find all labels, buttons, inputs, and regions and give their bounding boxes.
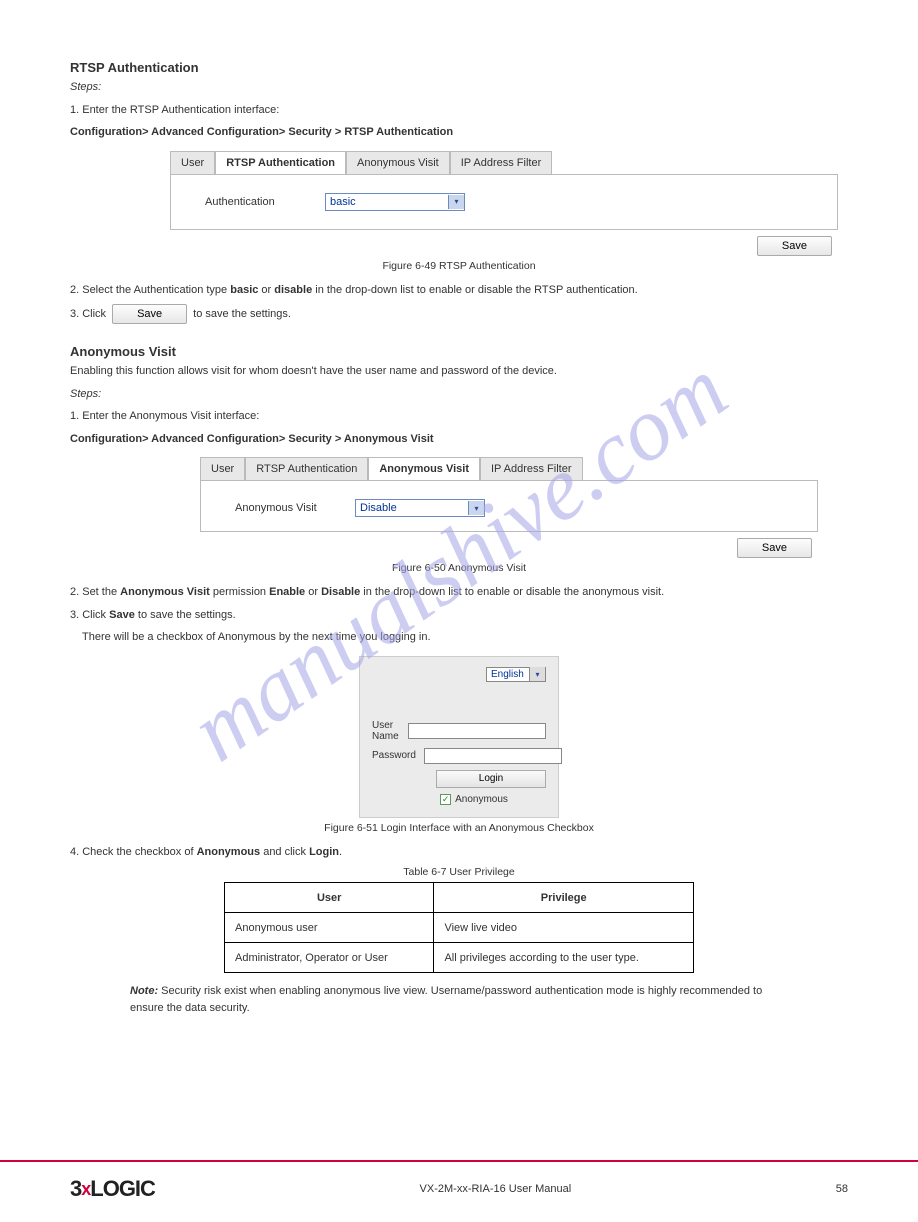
step-2-1: 1. Enter the Anonymous Visit interface: [70, 408, 848, 425]
anonymous-checkbox-label: Anonymous [455, 794, 508, 805]
privilege-table: User Privilege Anonymous user View live … [224, 882, 694, 973]
chevron-down-icon: ▾ [448, 195, 464, 209]
steps-intro-2: Steps: [70, 386, 848, 403]
login-button[interactable]: Login [436, 770, 546, 788]
anonymous-tab-panel: User RTSP Authentication Anonymous Visit… [200, 457, 818, 558]
nav-path-2: Configuration> Advanced Configuration> S… [70, 431, 848, 448]
tab-user[interactable]: User [170, 151, 215, 174]
table-header-privilege: Privilege [434, 883, 694, 913]
save-button-inline[interactable]: Save [112, 304, 187, 324]
manual-title: VX-2M-xx-RIA-16 User Manual [420, 1183, 572, 1195]
tab-user-2[interactable]: User [200, 457, 245, 480]
step-1-3: 3. Click Save to save the settings. [70, 304, 848, 324]
table-cell: Administrator, Operator or User [225, 943, 434, 973]
figure-caption-1: Figure 6-49 RTSP Authentication [70, 260, 848, 272]
anonymous-heading: Anonymous Visit [70, 344, 848, 359]
login-panel: English ▾ User Name Password Login ✓ Ano… [359, 656, 559, 818]
tab-ip-address-filter-2[interactable]: IP Address Filter [480, 457, 583, 480]
save-button-fig2[interactable]: Save [737, 538, 812, 558]
username-label: User Name [372, 720, 400, 742]
table-caption: Table 6-7 User Privilege [70, 866, 848, 878]
language-value: English [491, 669, 524, 680]
table-row: Administrator, Operator or User All priv… [225, 943, 694, 973]
language-select[interactable]: English ▾ [486, 667, 546, 682]
figure-caption-2: Figure 6-50 Anonymous Visit [70, 562, 848, 574]
save-button-fig1[interactable]: Save [757, 236, 832, 256]
authentication-label: Authentication [205, 196, 315, 208]
chevron-down-icon: ▾ [468, 501, 484, 515]
steps-intro-1: Steps: [70, 79, 848, 96]
rtsp-tab-panel: User RTSP Authentication Anonymous Visit… [170, 151, 838, 256]
table-header-user: User [225, 883, 434, 913]
tab-anonymous-visit[interactable]: Anonymous Visit [346, 151, 450, 174]
authentication-value: basic [330, 196, 356, 208]
authentication-select[interactable]: basic ▾ [325, 193, 465, 211]
tab-ip-address-filter[interactable]: IP Address Filter [450, 151, 553, 174]
nav-path-1: Configuration> Advanced Configuration> S… [70, 124, 848, 141]
table-cell: View live video [434, 913, 694, 943]
tab-anonymous-visit-2[interactable]: Anonymous Visit [368, 457, 480, 480]
step-2-2: 2. Set the Anonymous Visit permission En… [70, 584, 848, 601]
step-1-1: 1. Enter the RTSP Authentication interfa… [70, 102, 848, 119]
step-2-3-post: There will be a checkbox of Anonymous by… [82, 629, 848, 646]
anonymous-checkbox[interactable]: ✓ [440, 794, 451, 805]
password-input[interactable] [424, 748, 562, 764]
rtsp-heading: RTSP Authentication [70, 60, 848, 75]
step-2-3: 3. Click Save to save the settings. [70, 607, 848, 624]
anonymous-visit-value: Disable [360, 502, 397, 514]
step-2-4: 4. Check the checkbox of Anonymous and c… [70, 844, 848, 861]
table-cell: All privileges according to the user typ… [434, 943, 694, 973]
table-header-row: User Privilege [225, 883, 694, 913]
password-label: Password [372, 750, 416, 761]
anonymous-visit-select[interactable]: Disable ▾ [355, 499, 485, 517]
tab-rtsp-authentication-2[interactable]: RTSP Authentication [245, 457, 368, 480]
figure-caption-3: Figure 6-51 Login Interface with an Anon… [70, 822, 848, 834]
page-number: 58 [836, 1183, 848, 1195]
chevron-down-icon: ▾ [529, 667, 545, 681]
table-row: Anonymous user View live video [225, 913, 694, 943]
step-1-2: 2. Select the Authentication type basic … [70, 282, 848, 299]
anonymous-intro: Enabling this function allows visit for … [70, 363, 848, 380]
note-paragraph: Note: Security risk exist when enabling … [130, 983, 798, 1016]
username-input[interactable] [408, 723, 546, 739]
tab-rtsp-authentication[interactable]: RTSP Authentication [215, 151, 346, 174]
anonymous-visit-label: Anonymous Visit [235, 502, 345, 514]
brand-logo: 3xLOGIC [70, 1176, 155, 1202]
table-cell: Anonymous user [225, 913, 434, 943]
